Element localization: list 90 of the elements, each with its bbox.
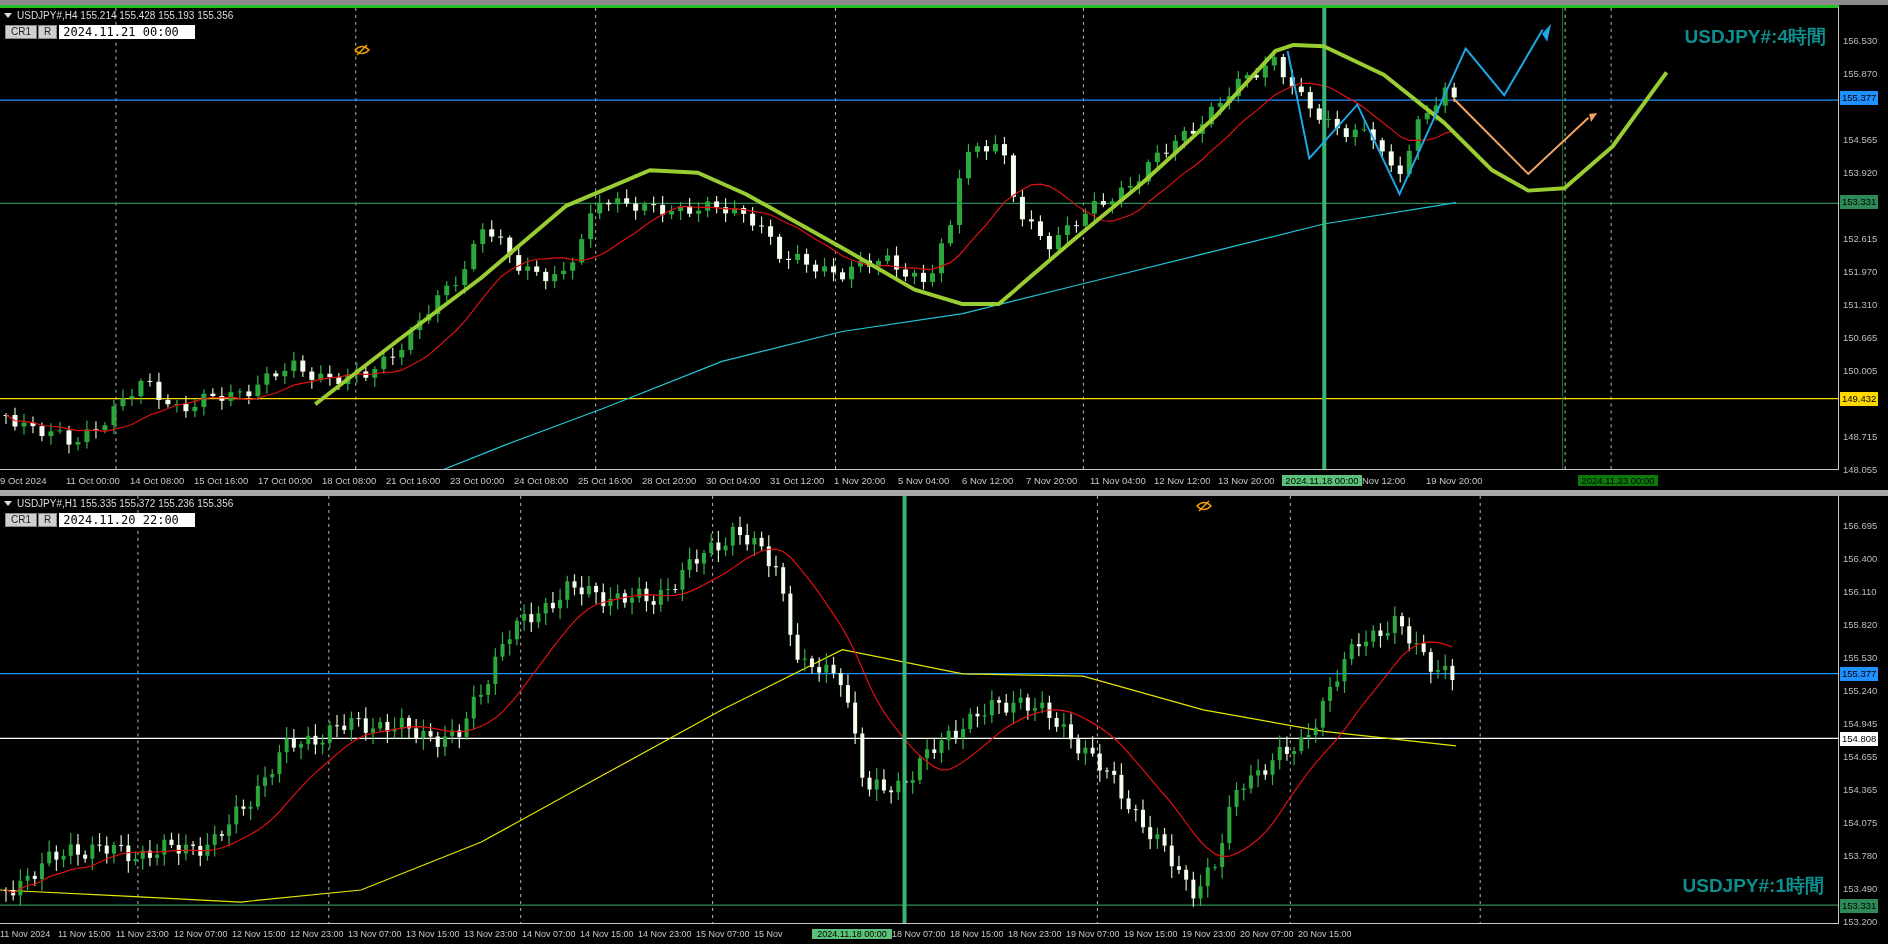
time-label: 20 Nov 15:00 (1298, 929, 1353, 939)
time-label: 15 Nov (754, 929, 784, 939)
collapse-icon[interactable] (4, 13, 12, 18)
time-label: 13 Nov 20:00 (1218, 474, 1276, 486)
price-marker: 155.377 (1840, 91, 1879, 105)
price-marker: 155.377 (1840, 667, 1879, 681)
time-label: 15 Nov 07:00 (696, 929, 751, 939)
time-label: 5 Nov 04:00 (898, 474, 951, 486)
price-label: 156.400 (1843, 553, 1878, 564)
price-label: 148.055 (1843, 464, 1878, 475)
chart-button[interactable]: R (38, 513, 58, 527)
time-label: 2024.11.18 00:00 (1282, 474, 1362, 486)
chart-header: USDJPY#,H4 155.214 155.428 155.193 155.356 (17, 10, 234, 21)
time-label: 12 Nov 12:00 (1154, 474, 1212, 486)
chart-button[interactable]: CR1 (5, 513, 37, 527)
time-label: 7 Nov 20:00 (1026, 474, 1079, 486)
time-label: 31 Oct 12:00 (770, 474, 826, 486)
time-label: 11 Nov 2024 (0, 929, 52, 939)
chart-header: USDJPY#,H1 155.335 155.372 155.236 155.356 (17, 498, 234, 509)
time-label: 2024.11.23 00:00 (1578, 474, 1658, 486)
marker-icon (1196, 500, 1212, 512)
price-label: 152.615 (1843, 233, 1878, 244)
time-label: 13 Nov 15:00 (406, 929, 461, 939)
time-label: 30 Oct 04:00 (706, 474, 762, 486)
price-label: 153.920 (1843, 167, 1878, 178)
date-field[interactable]: 2024.11.20 22:00 (59, 513, 196, 527)
price-label: 154.075 (1843, 817, 1878, 828)
time-label: 12 Nov 15:00 (232, 929, 287, 939)
time-label: 18 Nov 07:00 (892, 929, 947, 939)
price-label: 155.240 (1843, 685, 1878, 696)
time-label: 19 Nov 20:00 (1426, 474, 1484, 486)
price-label: 154.565 (1843, 134, 1878, 145)
price-label: 150.665 (1843, 332, 1878, 343)
time-label: 11 Nov 15:00 (58, 929, 112, 939)
time-label: 15 Oct 16:00 (194, 474, 250, 486)
time-label: 2024.11.18 00:00 (812, 929, 892, 939)
chart-button[interactable]: CR1 (5, 25, 37, 39)
price-label: 155.530 (1843, 652, 1878, 663)
price-label: 153.490 (1843, 883, 1878, 894)
time-label: 11 Nov 23:00 (116, 929, 170, 939)
time-label: 9 Oct 2024 (0, 474, 48, 486)
time-label: 23 Oct 00:00 (450, 474, 506, 486)
price-label: 151.310 (1843, 299, 1878, 310)
time-label: 12 Nov 07:00 (174, 929, 229, 939)
time-label: 11 Nov 04:00 (1090, 474, 1147, 486)
price-label: 155.870 (1843, 68, 1878, 79)
price-label: 154.655 (1843, 751, 1878, 762)
time-label: 18 Oct 08:00 (322, 474, 378, 486)
price-label: 148.715 (1843, 431, 1878, 442)
price-label: 156.695 (1843, 520, 1878, 531)
price-marker: 153.331 (1840, 899, 1879, 913)
time-label: 19 Nov 23:00 (1182, 929, 1237, 939)
price-label: 150.005 (1843, 365, 1878, 376)
time-label: 20 Nov 07:00 (1240, 929, 1295, 939)
price-label: 156.530 (1843, 35, 1878, 46)
time-label: 24 Oct 08:00 (514, 474, 570, 486)
price-label: 154.365 (1843, 784, 1878, 795)
time-label: 13 Nov 07:00 (348, 929, 403, 939)
price-label: 154.945 (1843, 718, 1878, 729)
chart-title: USDJPY#:4時間 (1684, 25, 1826, 49)
time-label: 28 Oct 20:00 (642, 474, 698, 486)
price-label: 153.780 (1843, 850, 1878, 861)
price-marker: 154.808 (1840, 732, 1879, 746)
collapse-icon[interactable] (4, 501, 12, 506)
price-marker: 149.432 (1840, 392, 1879, 406)
price-label: 155.820 (1843, 619, 1878, 630)
chart-button[interactable]: R (38, 25, 58, 39)
time-label: 6 Nov 12:00 (962, 474, 1015, 486)
time-label: 13 Nov 23:00 (464, 929, 519, 939)
time-label: 14 Nov 07:00 (522, 929, 577, 939)
time-label: 18 Nov 15:00 (950, 929, 1005, 939)
marker-icon (354, 44, 370, 56)
price-label: 156.110 (1843, 586, 1877, 597)
time-label: 17 Oct 00:00 (258, 474, 314, 486)
time-label: 14 Oct 08:00 (130, 474, 186, 486)
time-label: 25 Oct 16:00 (578, 474, 634, 486)
time-label: 11 Oct 00:00 (66, 474, 121, 486)
time-label: 14 Nov 15:00 (580, 929, 635, 939)
date-field[interactable]: 2024.11.21 00:00 (59, 25, 196, 39)
price-label: 151.970 (1843, 266, 1878, 277)
time-label: 14 Nov 23:00 (638, 929, 693, 939)
time-label: Nov 12:00 (1362, 474, 1407, 486)
price-label: 153.200 (1843, 916, 1878, 927)
time-label: 21 Oct 16:00 (386, 474, 442, 486)
time-label: 19 Nov 15:00 (1124, 929, 1179, 939)
time-label: 19 Nov 07:00 (1066, 929, 1121, 939)
price-marker: 153.331 (1840, 195, 1879, 209)
time-label: 12 Nov 23:00 (290, 929, 345, 939)
time-label: 1 Nov 20:00 (834, 474, 887, 486)
time-label: 18 Nov 23:00 (1008, 929, 1063, 939)
